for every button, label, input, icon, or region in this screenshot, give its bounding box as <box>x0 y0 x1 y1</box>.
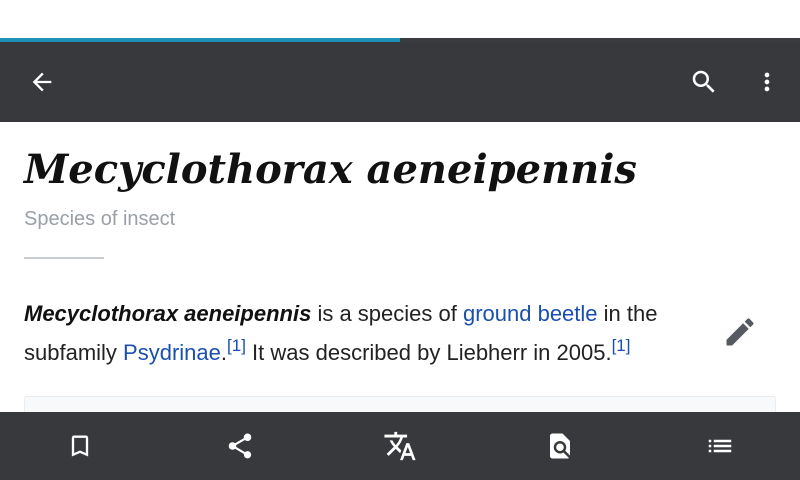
search-icon <box>692 70 715 93</box>
article-content[interactable]: Mecyclothorax aeneipennis Species of ins… <box>0 122 800 412</box>
reference-link[interactable]: [1] <box>227 336 246 355</box>
share-icon <box>228 433 252 459</box>
article-description: Species of insect <box>24 208 176 230</box>
reference-link[interactable]: [1] <box>612 336 631 355</box>
translate-icon <box>384 431 416 461</box>
paragraph-text: is a species of <box>311 301 463 326</box>
overflow-menu-button[interactable] <box>741 56 793 108</box>
link-ground-beetle[interactable]: ground beetle <box>463 301 598 326</box>
title-divider <box>24 257 104 259</box>
status-area <box>0 0 800 38</box>
link-psydrinae[interactable]: Psydrinae <box>123 340 221 365</box>
arrow-back-icon <box>32 72 52 92</box>
table-of-contents-button[interactable] <box>692 418 748 474</box>
bottom-action-bar <box>0 412 800 480</box>
back-button[interactable] <box>16 56 68 108</box>
share-button[interactable] <box>212 418 268 474</box>
more-vert-icon <box>764 72 770 92</box>
edit-section-button[interactable] <box>716 308 764 356</box>
table-of-contents-icon <box>708 439 732 453</box>
find-in-page-icon <box>550 433 570 459</box>
save-button[interactable] <box>52 418 108 474</box>
top-toolbar <box>0 42 800 122</box>
pencil-icon <box>726 318 754 346</box>
article-subject: Mecyclothorax aeneipennis <box>24 301 312 326</box>
language-button[interactable] <box>372 418 428 474</box>
paragraph-text: It was described by Liebherr in 2005. <box>245 340 612 365</box>
find-in-page-button[interactable] <box>532 418 588 474</box>
lead-paragraph: Mecyclothorax aeneipennis is a species o… <box>24 294 704 372</box>
infobox-card[interactable] <box>24 396 776 412</box>
bookmark-icon <box>71 435 89 457</box>
search-button[interactable] <box>678 56 730 108</box>
article-title: Mecyclothorax aeneipennis <box>24 146 637 193</box>
